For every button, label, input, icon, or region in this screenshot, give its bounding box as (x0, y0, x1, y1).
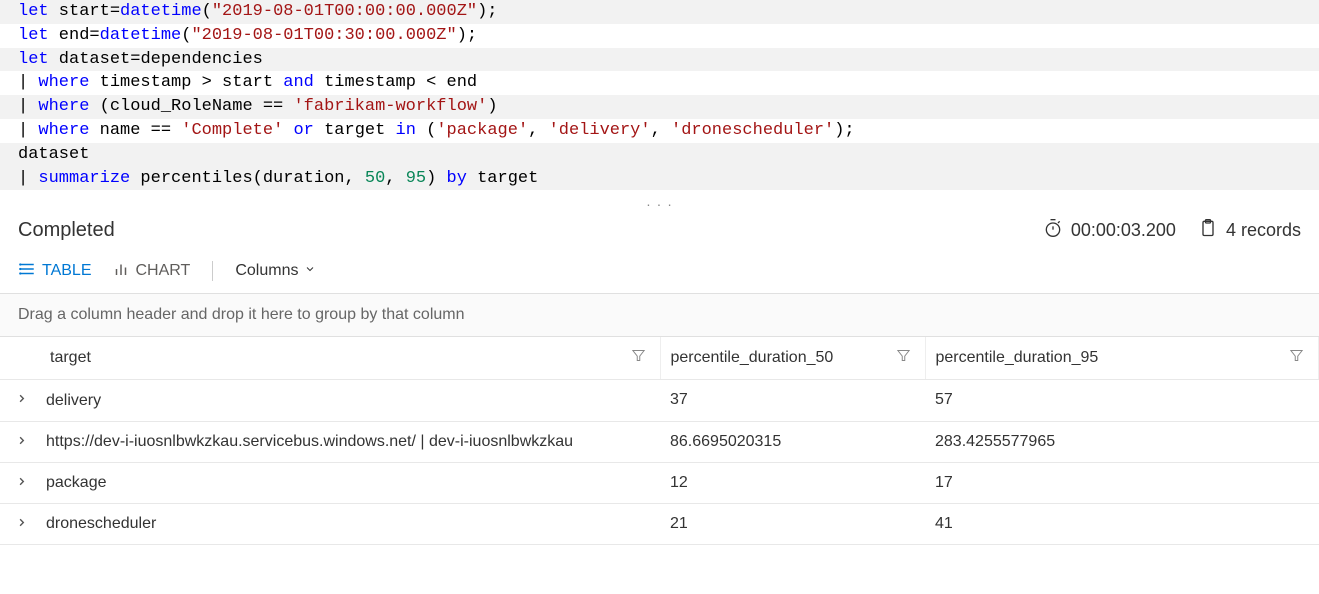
clipboard-icon (1198, 218, 1218, 243)
cell-p95: 283.4255577965 (925, 421, 1319, 462)
tab-chart[interactable]: CHART (112, 260, 191, 283)
records-value: 4 records (1226, 220, 1301, 241)
status-right: 00:00:03.200 4 records (1043, 218, 1301, 243)
cell-p50: 12 (660, 462, 925, 503)
resize-handle[interactable]: · · · (0, 190, 1319, 210)
query-editor[interactable]: let start=datetime("2019-08-01T00:00:00.… (0, 0, 1319, 190)
columns-label: Columns (235, 262, 298, 280)
column-header-p50[interactable]: percentile_duration_50 (660, 337, 925, 380)
view-tabs: TABLE CHART Columns (0, 253, 1319, 289)
filter-icon[interactable] (631, 348, 646, 368)
chevron-down-icon (304, 262, 316, 280)
chevron-right-icon[interactable] (16, 433, 40, 451)
chevron-right-icon[interactable] (16, 391, 40, 409)
cell-target: dronescheduler (0, 504, 660, 545)
cell-target: https://dev-i-iuosnlbwkzkau.servicebus.w… (0, 421, 660, 462)
status-text: Completed (18, 219, 1043, 242)
column-label: target (50, 349, 91, 366)
cell-p50: 86.6695020315 (660, 421, 925, 462)
column-label: percentile_duration_50 (671, 349, 834, 366)
cell-p95: 57 (925, 380, 1319, 421)
header-row: target percentile_duration_50 percentile… (0, 337, 1319, 380)
tab-chart-label: CHART (136, 262, 191, 280)
column-header-target[interactable]: target (0, 337, 660, 380)
cell-target: package (0, 462, 660, 503)
results-table: target percentile_duration_50 percentile… (0, 337, 1319, 545)
table-row[interactable]: package1217 (0, 462, 1319, 503)
status-bar: Completed 00:00:03.200 4 records (0, 210, 1319, 253)
table-row[interactable]: delivery3757 (0, 380, 1319, 421)
filter-icon[interactable] (1289, 348, 1304, 368)
table-icon (18, 260, 36, 283)
chevron-right-icon[interactable] (16, 474, 40, 492)
table-row[interactable]: dronescheduler2141 (0, 504, 1319, 545)
duration-indicator: 00:00:03.200 (1043, 218, 1176, 243)
cell-p50: 37 (660, 380, 925, 421)
columns-button[interactable]: Columns (235, 262, 316, 280)
cell-p95: 41 (925, 504, 1319, 545)
cell-p50: 21 (660, 504, 925, 545)
cell-target: delivery (0, 380, 660, 421)
records-indicator: 4 records (1198, 218, 1301, 243)
tab-table-label: TABLE (42, 262, 92, 280)
stopwatch-icon (1043, 218, 1063, 243)
separator (212, 261, 213, 281)
column-label: percentile_duration_95 (936, 349, 1099, 366)
table-row[interactable]: https://dev-i-iuosnlbwkzkau.servicebus.w… (0, 421, 1319, 462)
chevron-right-icon[interactable] (16, 515, 40, 533)
chart-icon (112, 260, 130, 283)
tab-table[interactable]: TABLE (18, 260, 92, 283)
group-drop-zone[interactable]: Drag a column header and drop it here to… (0, 293, 1319, 337)
duration-value: 00:00:03.200 (1071, 220, 1176, 241)
cell-p95: 17 (925, 462, 1319, 503)
column-header-p95[interactable]: percentile_duration_95 (925, 337, 1319, 380)
filter-icon[interactable] (896, 348, 911, 368)
